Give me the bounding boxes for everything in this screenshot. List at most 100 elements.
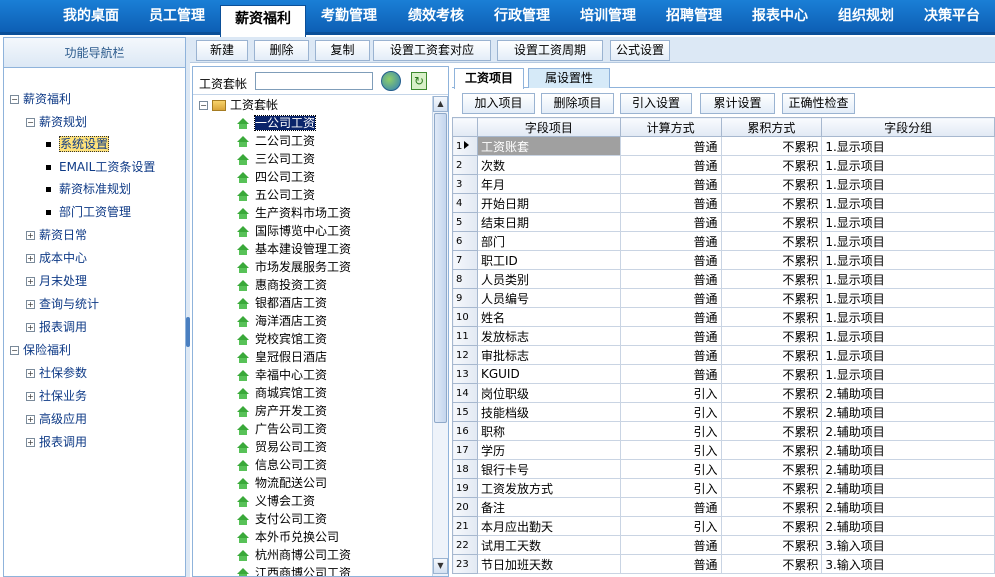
accum-method-cell[interactable]: 不累积 — [720, 174, 823, 194]
tree-item[interactable]: 市场发展服务工资 — [237, 258, 351, 276]
calc-method-cell[interactable]: 普通 — [619, 269, 722, 289]
table-row[interactable]: 7 职工ID 普通 不累积 1.显示项目 — [452, 250, 995, 270]
nav-tab-9[interactable]: 组织规划 — [823, 0, 909, 35]
accum-method-cell[interactable]: 不累积 — [720, 345, 823, 365]
accum-method-cell[interactable]: 不累积 — [720, 193, 823, 213]
tree-item[interactable]: 党校宾馆工资 — [237, 330, 327, 348]
field-group-cell[interactable]: 1.显示项目 — [821, 269, 995, 289]
field-group-cell[interactable]: 1.显示项目 — [821, 155, 995, 175]
expand-icon[interactable]: + — [26, 323, 35, 332]
expand-icon[interactable]: + — [26, 254, 35, 263]
field-group-cell[interactable]: 2.辅助项目 — [821, 516, 995, 536]
calc-method-cell[interactable]: 引入 — [619, 421, 722, 441]
calc-method-cell[interactable]: 普通 — [619, 497, 722, 517]
table-row[interactable]: 12 审批标志 普通 不累积 1.显示项目 — [452, 345, 995, 365]
tree-item[interactable]: 房产开发工资 — [237, 402, 327, 420]
tree-item[interactable]: 海洋酒店工资 — [237, 312, 327, 330]
tree-item[interactable]: 生产资料市场工资 — [237, 204, 351, 222]
table-row[interactable]: 14 岗位职级 引入 不累积 2.辅助项目 — [452, 383, 995, 403]
tree-item[interactable]: 支付公司工资 — [237, 510, 327, 528]
tree-item[interactable]: 商城宾馆工资 — [237, 384, 327, 402]
nav-node-0[interactable]: − 薪资福利 — [10, 90, 71, 107]
table-row[interactable]: 1 工资账套 普通 不累积 1.显示项目 — [452, 136, 995, 156]
nav-node-14[interactable]: + 高级应用 — [26, 410, 87, 427]
tree-item[interactable]: 基本建设管理工资 — [237, 240, 351, 258]
calc-method-cell[interactable]: 普通 — [619, 136, 722, 156]
calc-method-cell[interactable]: 普通 — [619, 193, 722, 213]
accum-method-cell[interactable]: 不累积 — [720, 288, 823, 308]
nav-node-5[interactable]: 部门工资管理 — [46, 203, 131, 220]
accum-method-cell[interactable]: 不累积 — [720, 250, 823, 270]
table-row[interactable]: 5 结束日期 普通 不累积 1.显示项目 — [452, 212, 995, 232]
calc-method-cell[interactable]: 普通 — [619, 250, 722, 270]
field-item-cell[interactable]: 技能档级 — [476, 402, 621, 422]
table-row[interactable]: 16 职称 引入 不累积 2.辅助项目 — [452, 421, 995, 441]
accum-method-cell[interactable]: 不累积 — [720, 459, 823, 479]
field-item-cell[interactable]: 部门 — [476, 231, 621, 251]
tree-item[interactable]: 二公司工资 — [237, 132, 315, 150]
nav-tab-2[interactable]: 薪资福利 — [220, 5, 306, 37]
field-item-cell[interactable]: 年月 — [476, 174, 621, 194]
nav-node-12[interactable]: + 社保参数 — [26, 364, 87, 381]
tree-item[interactable]: 本外币兑换公司 — [237, 528, 339, 546]
table-row[interactable]: 8 人员类别 普通 不累积 1.显示项目 — [452, 269, 995, 289]
table-row[interactable]: 2 次数 普通 不累积 1.显示项目 — [452, 155, 995, 175]
field-group-cell[interactable]: 1.显示项目 — [821, 193, 995, 213]
accum-method-cell[interactable]: 不累积 — [720, 136, 823, 156]
tree-item[interactable]: 四公司工资 — [237, 168, 315, 186]
accum-method-cell[interactable]: 不累积 — [720, 269, 823, 289]
field-group-cell[interactable]: 2.辅助项目 — [821, 497, 995, 517]
field-group-cell[interactable]: 3.输入项目 — [821, 535, 995, 555]
table-row[interactable]: 20 备注 普通 不累积 2.辅助项目 — [452, 497, 995, 517]
field-group-cell[interactable]: 1.显示项目 — [821, 212, 995, 232]
field-group-cell[interactable]: 1.显示项目 — [821, 364, 995, 384]
expand-icon[interactable]: + — [26, 369, 35, 378]
scroll-thumb[interactable] — [434, 113, 447, 423]
nav-tab-4[interactable]: 绩效考核 — [393, 0, 479, 35]
accum-method-cell[interactable]: 不累积 — [720, 307, 823, 327]
nav-node-3[interactable]: EMAIL工资条设置 — [46, 158, 155, 175]
field-group-cell[interactable]: 2.辅助项目 — [821, 478, 995, 498]
nav-node-13[interactable]: + 社保业务 — [26, 387, 87, 404]
calc-method-cell[interactable]: 普通 — [619, 364, 722, 384]
nav-node-4[interactable]: 薪资标准规划 — [46, 180, 131, 197]
toolbar-button-2[interactable]: 复制 — [315, 40, 370, 61]
accum-method-cell[interactable]: 不累积 — [720, 364, 823, 384]
tree-item[interactable]: 信息公司工资 — [237, 456, 327, 474]
field-group-cell[interactable]: 1.显示项目 — [821, 345, 995, 365]
field-item-cell[interactable]: 结束日期 — [476, 212, 621, 232]
tree-item[interactable]: 义博会工资 — [237, 492, 315, 510]
field-item-cell[interactable]: 试用工天数 — [476, 535, 621, 555]
calc-method-cell[interactable]: 普通 — [619, 345, 722, 365]
field-item-cell[interactable]: 备注 — [476, 497, 621, 517]
field-group-cell[interactable]: 2.辅助项目 — [821, 383, 995, 403]
accum-method-cell[interactable]: 不累积 — [720, 402, 823, 422]
table-row[interactable]: 9 人员编号 普通 不累积 1.显示项目 — [452, 288, 995, 308]
calc-method-cell[interactable]: 引入 — [619, 459, 722, 479]
nav-tab-3[interactable]: 考勤管理 — [306, 0, 392, 35]
tree-item[interactable]: 皇冠假日酒店 — [237, 348, 327, 366]
collapse-icon[interactable]: − — [26, 118, 35, 127]
field-group-cell[interactable]: 3.输入项目 — [821, 554, 995, 574]
refresh-icon[interactable]: ↻ — [411, 72, 427, 90]
field-item-cell[interactable]: 开始日期 — [476, 193, 621, 213]
nav-tab-0[interactable]: 我的桌面 — [48, 0, 134, 35]
table-row[interactable]: 15 技能档级 引入 不累积 2.辅助项目 — [452, 402, 995, 422]
accum-method-cell[interactable]: 不累积 — [720, 440, 823, 460]
toolbar-button-3[interactable]: 设置工资套对应 — [373, 40, 491, 61]
grid-column-header[interactable]: 累积方式 — [720, 117, 823, 137]
field-group-cell[interactable]: 1.显示项目 — [821, 288, 995, 308]
items-toolbar-button-1[interactable]: 删除项目 — [541, 93, 614, 114]
toolbar-button-5[interactable]: 公式设置 — [610, 40, 670, 61]
calc-method-cell[interactable]: 普通 — [619, 212, 722, 232]
nav-node-10[interactable]: + 报表调用 — [26, 318, 87, 335]
grid-column-header[interactable]: 字段分组 — [821, 117, 995, 137]
accum-method-cell[interactable]: 不累积 — [720, 231, 823, 251]
calc-method-cell[interactable]: 普通 — [619, 535, 722, 555]
calc-method-cell[interactable]: 引入 — [619, 440, 722, 460]
nav-node-9[interactable]: + 查询与统计 — [26, 295, 99, 312]
field-group-cell[interactable]: 1.显示项目 — [821, 231, 995, 251]
calc-method-cell[interactable]: 普通 — [619, 155, 722, 175]
items-toolbar-button-2[interactable]: 引入设置 — [620, 93, 692, 114]
field-group-cell[interactable]: 2.辅助项目 — [821, 421, 995, 441]
